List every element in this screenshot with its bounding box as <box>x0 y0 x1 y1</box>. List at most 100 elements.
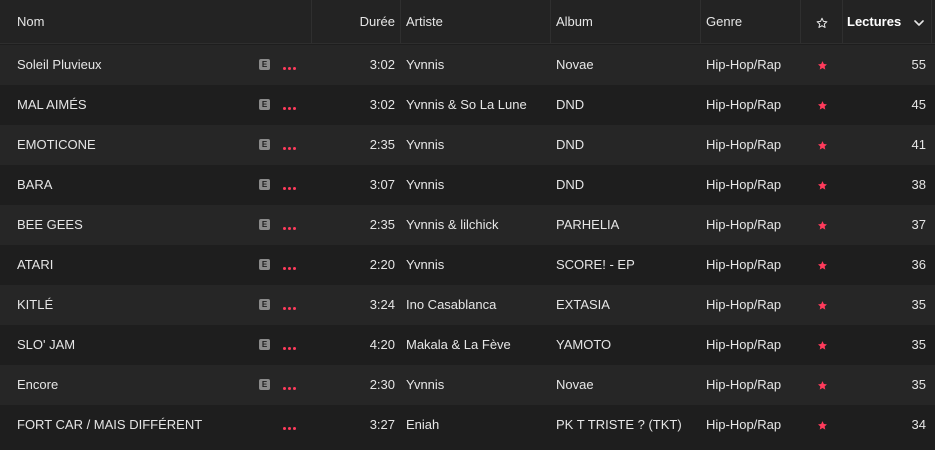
table-row[interactable]: KITLÉ E 3:24 Ino Casablanca EXTASIA Hip-… <box>0 285 935 325</box>
favorite-toggle[interactable] <box>801 405 843 445</box>
song-artist[interactable]: Yvnnis <box>406 365 546 405</box>
column-header-genre[interactable]: Genre <box>706 0 742 43</box>
favorite-toggle[interactable] <box>801 325 843 365</box>
table-row[interactable]: ATARI E 2:20 Yvnnis SCORE! - EP Hip-Hop/… <box>0 245 935 285</box>
table-row[interactable]: BEE GEES E 2:35 Yvnnis & lilchick PARHEL… <box>0 205 935 245</box>
table-row[interactable]: SLO' JAM E 4:20 Makala & La Fève YAMOTO … <box>0 325 935 365</box>
favorite-toggle[interactable] <box>801 205 843 245</box>
star-filled-icon <box>817 101 827 110</box>
song-duration: 3:24 <box>369 297 395 312</box>
song-album[interactable]: DND <box>556 85 696 125</box>
more-options-button[interactable] <box>283 405 303 445</box>
song-artist[interactable]: Yvnnis <box>406 245 546 285</box>
song-album[interactable]: DND <box>556 165 696 205</box>
more-options-button[interactable] <box>283 325 303 365</box>
more-dots-icon <box>283 246 298 285</box>
more-options-button[interactable] <box>283 245 303 285</box>
explicit-icon: E <box>259 379 270 390</box>
song-album[interactable]: EXTASIA <box>556 285 696 325</box>
table-body: Soleil Pluvieux E 3:02 Yvnnis Novae Hip-… <box>0 45 935 445</box>
song-genre: Hip-Hop/Rap <box>706 257 782 272</box>
column-divider <box>931 0 932 43</box>
song-genre: Hip-Hop/Rap <box>706 217 782 232</box>
column-divider[interactable] <box>700 0 701 43</box>
star-filled-icon <box>817 421 827 430</box>
explicit-icon: E <box>259 299 270 310</box>
more-options-button[interactable] <box>283 165 303 205</box>
table-row[interactable]: BARA E 3:07 Yvnnis DND Hip-Hop/Rap 38 <box>0 165 935 205</box>
favorite-toggle[interactable] <box>801 45 843 85</box>
song-artist[interactable]: Eniah <box>406 405 546 445</box>
song-genre: Hip-Hop/Rap <box>706 97 782 112</box>
star-filled-icon <box>817 341 827 350</box>
favorite-toggle[interactable] <box>801 285 843 325</box>
more-dots-icon <box>283 86 298 125</box>
song-genre: Hip-Hop/Rap <box>706 337 782 352</box>
song-title: Soleil Pluvieux <box>17 57 102 72</box>
song-artist[interactable]: Yvnnis & lilchick <box>406 205 546 245</box>
table-row[interactable]: Soleil Pluvieux E 3:02 Yvnnis Novae Hip-… <box>0 45 935 85</box>
more-options-button[interactable] <box>283 365 303 405</box>
table-row[interactable]: FORT CAR / MAIS DIFFÉRENT 3:27 Eniah PK … <box>0 405 935 445</box>
explicit-badge: E <box>259 179 270 190</box>
explicit-badge: E <box>259 99 270 110</box>
favorite-toggle[interactable] <box>801 165 843 205</box>
song-plays: 41 <box>911 137 926 152</box>
table-row[interactable]: Encore E 2:30 Yvnnis Novae Hip-Hop/Rap 3… <box>0 365 935 405</box>
more-dots-icon <box>283 286 298 325</box>
favorite-toggle[interactable] <box>801 245 843 285</box>
sort-toggle[interactable] <box>912 0 926 43</box>
song-genre: Hip-Hop/Rap <box>706 57 782 72</box>
table-row[interactable]: EMOTICONE E 2:35 Yvnnis DND Hip-Hop/Rap … <box>0 125 935 165</box>
table-header: Nom Durée Artiste Album Genre Lectures <box>0 0 935 44</box>
table-row[interactable]: MAL AIMÉS E 3:02 Yvnnis & So La Lune DND… <box>0 85 935 125</box>
explicit-badge: E <box>259 299 270 310</box>
column-divider[interactable] <box>550 0 551 43</box>
song-duration: 2:35 <box>369 137 395 152</box>
song-title: EMOTICONE <box>17 137 96 152</box>
explicit-badge: E <box>259 339 270 350</box>
song-artist[interactable]: Makala & La Fève <box>406 325 546 365</box>
song-plays: 37 <box>911 217 926 232</box>
column-header-artiste[interactable]: Artiste <box>406 0 443 43</box>
column-divider[interactable] <box>400 0 401 43</box>
song-album[interactable]: PARHELIA <box>556 205 696 245</box>
column-header-favorite[interactable] <box>801 0 843 43</box>
column-header-nom[interactable]: Nom <box>17 0 44 43</box>
more-dots-icon <box>283 46 298 85</box>
more-options-button[interactable] <box>283 45 303 85</box>
song-plays: 45 <box>911 97 926 112</box>
column-divider[interactable] <box>842 0 843 43</box>
song-album[interactable]: DND <box>556 125 696 165</box>
song-plays: 35 <box>911 377 926 392</box>
song-artist[interactable]: Yvnnis <box>406 165 546 205</box>
column-header-album[interactable]: Album <box>556 0 593 43</box>
explicit-badge: E <box>259 219 270 230</box>
song-artist[interactable]: Ino Casablanca <box>406 285 546 325</box>
song-album[interactable]: SCORE! - EP <box>556 245 696 285</box>
star-filled-icon <box>817 381 827 390</box>
song-album[interactable]: YAMOTO <box>556 325 696 365</box>
song-album[interactable]: Novae <box>556 45 696 85</box>
song-album[interactable]: Novae <box>556 365 696 405</box>
more-dots-icon <box>283 126 298 165</box>
more-options-button[interactable] <box>283 285 303 325</box>
song-title: MAL AIMÉS <box>17 97 87 112</box>
song-artist[interactable]: Yvnnis & So La Lune <box>406 85 546 125</box>
explicit-icon: E <box>259 339 270 350</box>
song-duration: 4:20 <box>369 337 395 352</box>
song-artist[interactable]: Yvnnis <box>406 45 546 85</box>
star-filled-icon <box>817 221 827 230</box>
song-artist[interactable]: Yvnnis <box>406 125 546 165</box>
favorite-toggle[interactable] <box>801 365 843 405</box>
more-options-button[interactable] <box>283 85 303 125</box>
more-options-button[interactable] <box>283 125 303 165</box>
column-header-lectures[interactable]: Lectures <box>847 0 901 43</box>
explicit-icon: E <box>259 179 270 190</box>
column-header-duree[interactable]: Durée <box>311 0 395 43</box>
favorite-toggle[interactable] <box>801 85 843 125</box>
more-options-button[interactable] <box>283 205 303 245</box>
favorite-toggle[interactable] <box>801 125 843 165</box>
star-filled-icon <box>817 181 827 190</box>
song-album[interactable]: PK T TRISTE ? (TKT) <box>556 405 696 445</box>
